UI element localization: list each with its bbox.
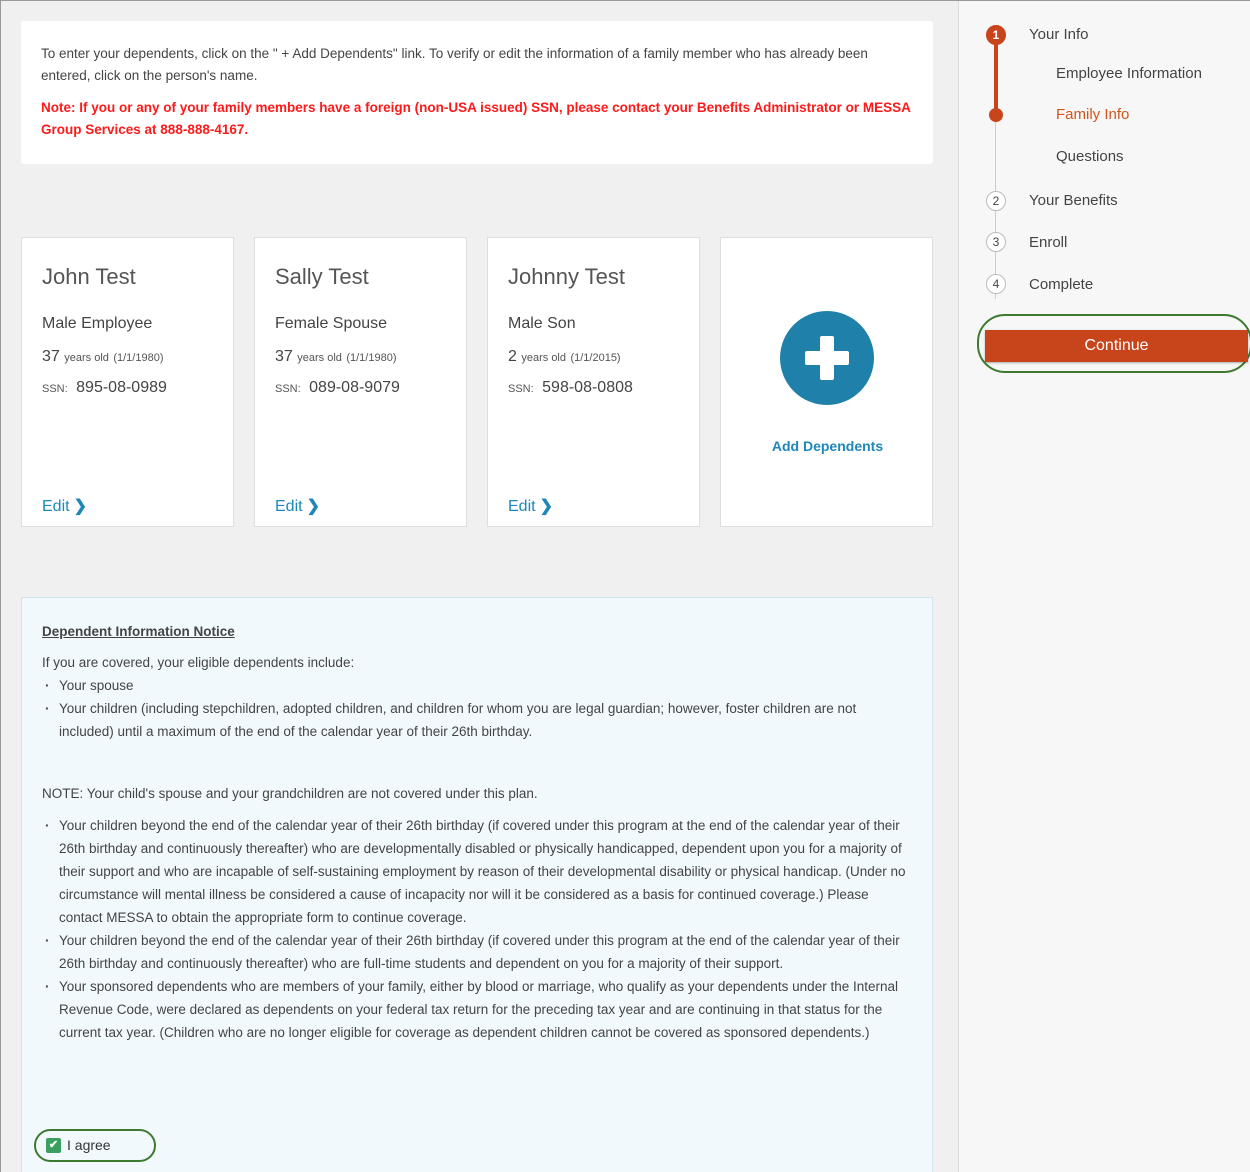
agree-checkbox[interactable]: ✔ I agree [34, 1129, 156, 1162]
chevron-right-icon: ❯ [306, 498, 320, 515]
list-item: Your spouse [42, 674, 912, 697]
agree-label: I agree [67, 1137, 111, 1153]
step-your-info[interactable]: Your Info [1029, 26, 1089, 43]
dependent-name[interactable]: Sally Test [275, 264, 369, 290]
ssn-warning-note: Note: If you or any of your family membe… [41, 100, 911, 137]
ssn-value: 089-08-9079 [309, 379, 400, 396]
notice-note: NOTE: Your child's spouse and your grand… [42, 786, 538, 801]
step-number: 3 [986, 232, 1006, 252]
list-item: Your children beyond the end of the cale… [42, 814, 912, 929]
age-unit: years old [521, 352, 566, 364]
edit-label: Edit [508, 498, 536, 515]
ssn-value: 895-08-0989 [76, 379, 167, 396]
edit-label: Edit [275, 498, 303, 515]
notice-intro: If you are covered, your eligible depend… [42, 655, 355, 670]
age-value: 37 [42, 348, 60, 365]
app-frame: To enter your dependents, click on the "… [0, 0, 1250, 1172]
continue-button[interactable]: Continue [985, 330, 1248, 362]
age-unit: years old [297, 352, 342, 364]
progress-sidebar: 1 Your Info Employee Information Family … [958, 1, 1250, 1172]
plus-circle-icon[interactable] [780, 311, 874, 405]
ssn-label: SSN: [275, 383, 301, 395]
step-number: 1 [986, 25, 1006, 45]
extended-eligible-list: Your children beyond the end of the cale… [42, 814, 912, 1044]
chevron-right-icon: ❯ [539, 498, 553, 515]
age-value: 2 [508, 348, 517, 365]
step-your-benefits[interactable]: Your Benefits [1029, 192, 1118, 209]
dependent-card: John Test Male Employee 37 years old (1/… [21, 237, 234, 527]
add-dependents-link[interactable]: Add Dependents [721, 438, 934, 454]
date-of-birth: (1/1/1980) [113, 352, 164, 364]
dependent-name[interactable]: Johnny Test [508, 264, 625, 290]
instructions-text: To enter your dependents, click on the "… [41, 46, 868, 83]
dependent-name[interactable]: John Test [42, 264, 136, 290]
ssn-label: SSN: [508, 383, 534, 395]
edit-link[interactable]: Edit ❯ [275, 496, 320, 516]
ssn-value: 598-08-0808 [542, 379, 633, 396]
plus-bar-vertical [820, 336, 834, 380]
dependent-relation: Female Spouse [275, 315, 388, 332]
dependent-ssn: SSN: 598-08-0808 [508, 379, 633, 397]
dependent-age: 37 years old (1/1/1980) [42, 348, 164, 366]
edit-label: Edit [42, 498, 70, 515]
substep-employee-information[interactable]: Employee Information [1056, 65, 1202, 82]
notice-heading: Dependent Information Notice [42, 624, 235, 639]
dependent-relation: Male Son [508, 315, 576, 332]
substep-family-info[interactable]: Family Info [1056, 106, 1129, 123]
substep-questions[interactable]: Questions [1056, 148, 1124, 165]
chevron-right-icon: ❯ [73, 498, 87, 515]
age-unit: years old [64, 352, 109, 364]
step-enroll[interactable]: Enroll [1029, 234, 1067, 251]
dependent-age: 2 years old (1/1/2015) [508, 348, 621, 366]
dependent-age: 37 years old (1/1/1980) [275, 348, 397, 366]
dependent-ssn: SSN: 089-08-9079 [275, 379, 400, 397]
date-of-birth: (1/1/1980) [346, 352, 397, 364]
edit-link[interactable]: Edit ❯ [42, 496, 87, 516]
current-step-dot [989, 108, 1003, 122]
list-item: Your children (including stepchildren, a… [42, 697, 912, 743]
edit-link[interactable]: Edit ❯ [508, 496, 553, 516]
dependent-information-notice: Dependent Information Notice If you are … [21, 597, 933, 1172]
step-complete[interactable]: Complete [1029, 276, 1093, 293]
dependent-card: Sally Test Female Spouse 37 years old (1… [254, 237, 467, 527]
age-value: 37 [275, 348, 293, 365]
dependent-ssn: SSN: 895-08-0989 [42, 379, 167, 397]
instructions-box: To enter your dependents, click on the "… [21, 21, 933, 164]
add-dependents-card[interactable]: Add Dependents [720, 237, 933, 527]
dependent-relation: Male Employee [42, 315, 153, 332]
checkmark-icon[interactable]: ✔ [46, 1138, 61, 1153]
main-content: To enter your dependents, click on the "… [1, 1, 958, 1172]
step-number: 2 [986, 191, 1006, 211]
date-of-birth: (1/1/2015) [570, 352, 621, 364]
step-number: 4 [986, 274, 1006, 294]
list-item: Your sponsored dependents who are member… [42, 975, 912, 1044]
dependent-card: Johnny Test Male Son 2 years old (1/1/20… [487, 237, 700, 527]
eligible-list: Your spouse Your children (including ste… [42, 674, 912, 743]
ssn-label: SSN: [42, 383, 68, 395]
list-item: Your children beyond the end of the cale… [42, 929, 912, 975]
